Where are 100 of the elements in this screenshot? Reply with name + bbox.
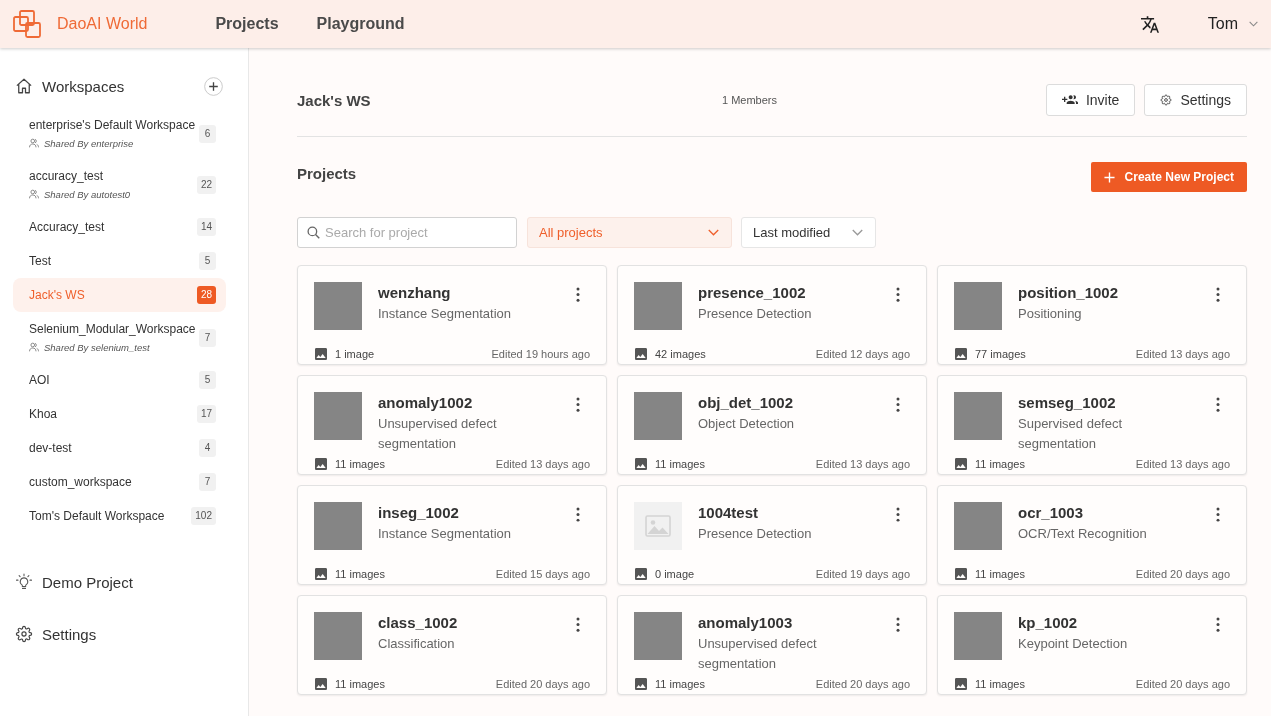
workspace-name: dev-test (29, 440, 73, 457)
project-card[interactable]: position_1002 Positioning 77 images Edited 13 days ago (937, 265, 1247, 365)
project-card[interactable]: semseg_1002 Supervised defect segmentation 11 images Edited 13 days ago (937, 375, 1247, 475)
project-name: kp_1002 (1018, 613, 1079, 633)
project-name: position_1002 (1018, 283, 1120, 303)
more-options-icon[interactable] (1216, 397, 1220, 412)
more-options-icon[interactable] (1216, 287, 1220, 302)
translate-icon[interactable] (1140, 15, 1159, 33)
project-card[interactable]: class_1002 Classification 11 images Edited 20 days ago (297, 595, 607, 695)
image-count: 11 images (335, 677, 386, 691)
edited-time: Edited 13 days ago (1135, 347, 1230, 361)
project-type: Instance Segmentation (378, 525, 512, 543)
settings-button[interactable]: Settings (1144, 84, 1247, 116)
photo-placeholder (954, 502, 1002, 550)
project-type: Unsupervised defect segmentation (698, 635, 818, 673)
more-options-icon[interactable] (576, 507, 580, 522)
add-workspace-icon[interactable] (204, 76, 223, 96)
project-card[interactable]: anomaly1003 Unsupervised defect segmentation 11 images Edited 20 days ago (617, 595, 927, 695)
settings-icon (1160, 94, 1173, 106)
project-card[interactable]: anomaly1002 Unsupervised defect segmentation 11 images Edited 13 days ago (297, 375, 607, 475)
member-count: 1 Members (722, 94, 778, 106)
more-options-icon[interactable] (896, 617, 900, 632)
project-name: obj_det_1002 (698, 393, 795, 413)
workspace-item[interactable]: Accuracy_test 14 (13, 210, 226, 244)
image-icon (635, 348, 647, 360)
project-count: 17 (196, 405, 216, 423)
settings-link[interactable]: Settings (13, 608, 226, 660)
workspace-name: AOI (29, 372, 51, 389)
project-count: 14 (196, 218, 216, 236)
more-options-icon[interactable] (896, 397, 900, 412)
project-count: 22 (196, 175, 216, 194)
user-menu[interactable]: Tom (1207, 14, 1258, 34)
image-count: 11 images (655, 457, 706, 471)
more-options-icon[interactable] (896, 287, 900, 302)
plus-icon (1103, 171, 1115, 183)
project-count: 28 (196, 286, 216, 304)
sidebar-heading: Workspaces (42, 77, 126, 95)
project-card[interactable]: wenzhang Instance Segmentation 1 image Edited 19 hours ago (297, 265, 607, 365)
project-name: 1004test (698, 503, 760, 523)
more-options-icon[interactable] (1216, 507, 1220, 522)
photo-placeholder (314, 282, 362, 330)
image-count: 77 images (975, 347, 1027, 361)
more-options-icon[interactable] (896, 507, 900, 522)
more-options-icon[interactable] (576, 287, 580, 302)
dropdown-select[interactable]: Last modified (741, 217, 876, 248)
image-icon (955, 568, 967, 580)
image-icon (635, 678, 647, 690)
photo-placeholder (314, 502, 362, 550)
project-count: 5 (199, 371, 216, 389)
project-name: anomaly1003 (698, 613, 794, 633)
workspace-item[interactable]: enterprise's Default Workspace Shared By enterprise 6 (13, 108, 226, 159)
demo-project-link[interactable]: Demo Project (13, 556, 226, 608)
workspace-item[interactable]: dev-test 4 (13, 431, 226, 465)
project-name: anomaly1002 (378, 393, 474, 413)
edited-time: Edited 20 days ago (1135, 567, 1230, 581)
project-count: 5 (199, 252, 216, 270)
logo-icon (13, 10, 41, 38)
workspace-name: Khoa (29, 406, 59, 423)
nav-link[interactable]: Projects (215, 14, 279, 34)
edited-time: Edited 13 days ago (1135, 457, 1230, 471)
workspace-item[interactable]: accuracy_test Shared By autotest0 22 (13, 159, 226, 210)
workspace-item[interactable]: AOI 5 (13, 363, 226, 397)
search-field[interactable]: Search for project (297, 217, 517, 248)
chevron-down-icon (852, 229, 863, 236)
more-options-icon[interactable] (1216, 617, 1220, 632)
invite-button[interactable]: Invite (1045, 84, 1136, 116)
workspace-name: custom_workspace (29, 474, 133, 491)
edited-time: Edited 19 hours ago (491, 347, 590, 361)
project-card[interactable]: presence_1002 Presence Detection 42 images Edited 12 days ago (617, 265, 927, 365)
more-options-icon[interactable] (576, 397, 580, 412)
image-icon (955, 458, 967, 470)
project-card[interactable]: inseg_1002 Instance Segmentation 11 images Edited 15 days ago (297, 485, 607, 585)
workspace-item[interactable]: Tom's Default Workspace 102 (13, 499, 226, 533)
edited-time: Edited 20 days ago (1135, 677, 1230, 691)
add-people-icon (1061, 95, 1078, 105)
project-card[interactable]: kp_1002 Keypoint Detection 11 images Edited 20 days ago (937, 595, 1247, 695)
image-count: 42 images (655, 347, 707, 361)
more-options-icon[interactable] (576, 617, 580, 632)
image-icon (315, 458, 327, 470)
workspace-item[interactable]: custom_workspace 7 (13, 465, 226, 499)
image-count: 11 images (975, 677, 1026, 691)
workspace-item[interactable]: Khoa 17 (13, 397, 226, 431)
project-card[interactable]: 1004test Presence Detection 0 image Edited 19 days ago (617, 485, 927, 585)
project-type: Presence Detection (698, 525, 813, 543)
workspace-name: Accuracy_test (29, 219, 106, 236)
project-type: Supervised defect segmentation (1018, 415, 1124, 453)
workspace-item[interactable]: Selenium_Modular_Workspace Shared By selenium_test 7 (13, 312, 226, 363)
workspace-item[interactable]: Test 5 (13, 244, 226, 278)
people-icon (29, 342, 39, 352)
image-icon (315, 678, 327, 690)
image-icon (635, 458, 647, 470)
project-card[interactable]: ocr_1003 OCR/Text Recognition 11 images Edited 20 days ago (937, 485, 1247, 585)
project-card[interactable]: obj_det_1002 Object Detection 11 images Edited 13 days ago (617, 375, 927, 475)
project-type: Unsupervised defect segmentation (378, 415, 498, 453)
image-placeholder-icon (634, 502, 682, 550)
photo-placeholder (634, 392, 682, 440)
image-count: 11 images (655, 677, 706, 691)
nav-link[interactable]: Playground (316, 14, 405, 34)
workspace-name: enterprise's Default Workspace (29, 117, 197, 134)
photo-placeholder (634, 282, 682, 330)
